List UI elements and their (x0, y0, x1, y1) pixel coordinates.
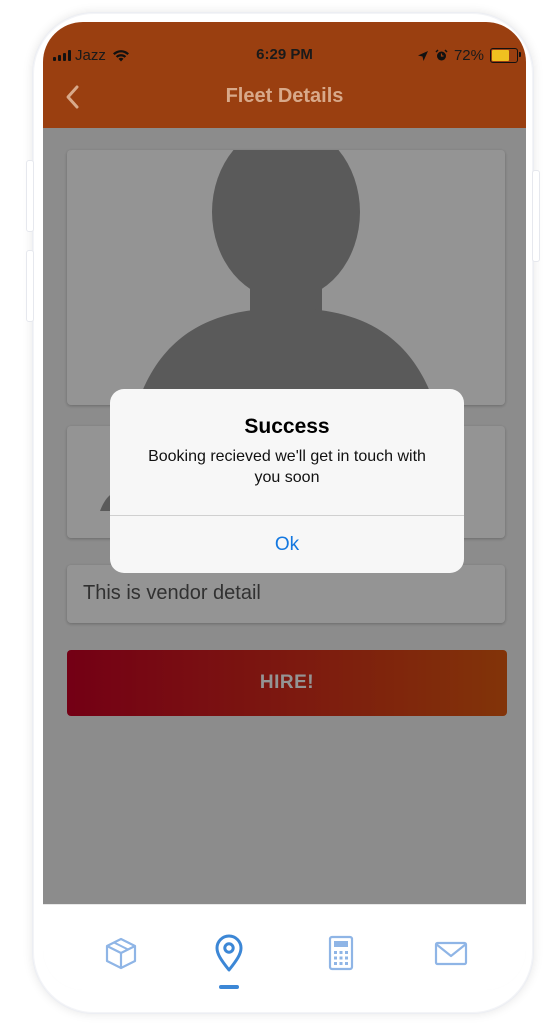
page-title: Fleet Details (225, 85, 344, 107)
battery-percent: 72% (453, 47, 484, 64)
calculator-icon[interactable] (321, 933, 361, 973)
success-alert-dialog: Success Booking recieved we'll get in to… (110, 389, 464, 573)
battery-icon (490, 48, 521, 63)
location-arrow-icon (417, 50, 428, 61)
location-pin-icon[interactable] (209, 933, 249, 973)
ok-button[interactable]: Ok (110, 516, 464, 573)
bottom-tab-bar (43, 904, 526, 990)
phone-side-button (26, 250, 34, 322)
navigation-bar: Fleet Details (43, 68, 526, 128)
alert-message: Booking recieved we'll get in touch with… (148, 448, 426, 486)
envelope-icon[interactable] (431, 933, 471, 973)
package-box-icon[interactable] (101, 933, 141, 973)
active-tab-indicator (219, 985, 239, 989)
alert-title: Success (244, 415, 330, 438)
phone-side-button (532, 170, 540, 262)
alarm-icon (435, 49, 448, 61)
phone-side-button (26, 160, 34, 232)
status-bar: Jazz 6:29 PM 72% (43, 22, 526, 68)
